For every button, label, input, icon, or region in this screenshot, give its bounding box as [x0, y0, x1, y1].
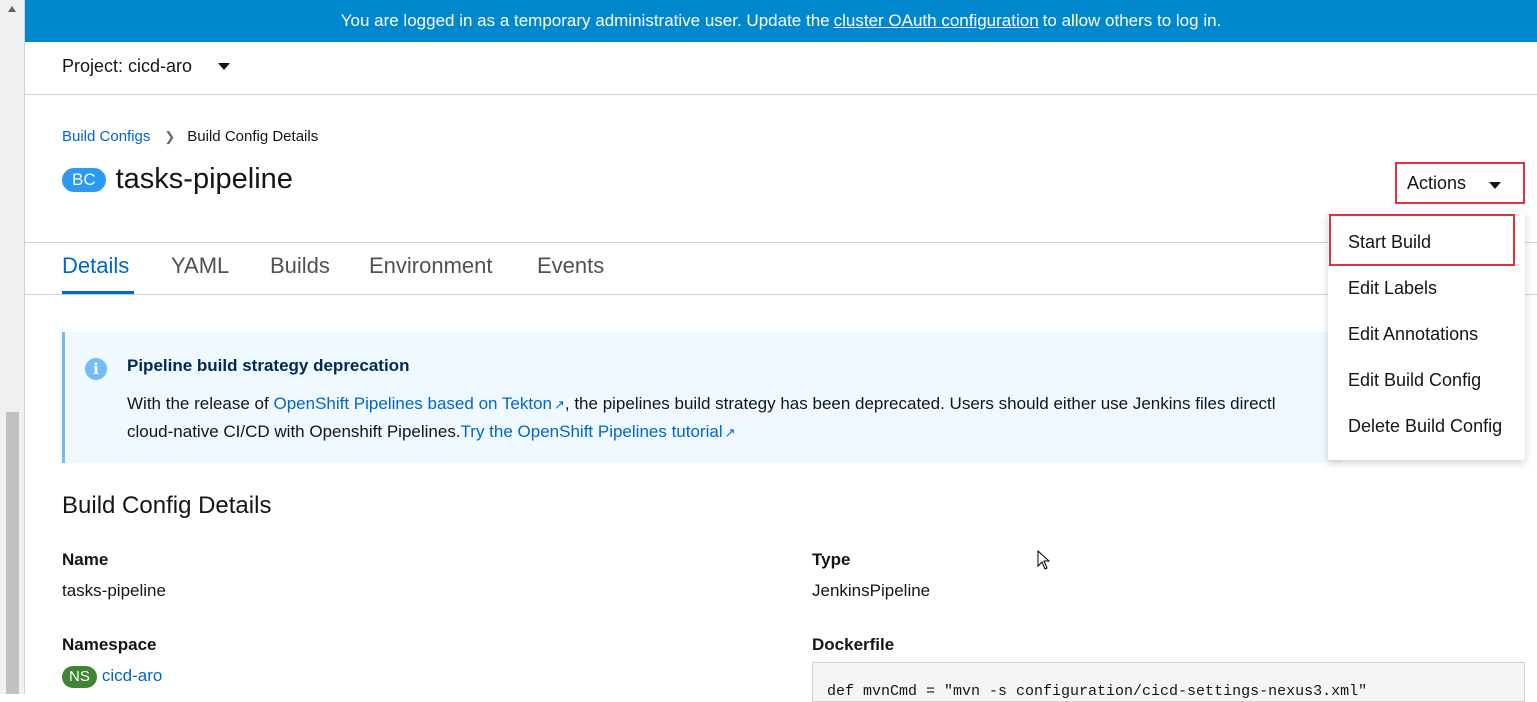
deprecation-alert: i Pipeline build strategy deprecation Wi… [62, 332, 1342, 463]
project-bar: Project: cicd-aro [25, 42, 1537, 95]
resource-badge: BC [62, 167, 106, 192]
alert-title: Pipeline build strategy deprecation [127, 356, 410, 375]
project-selector[interactable]: Project: cicd-aro [62, 56, 231, 77]
caret-down-icon [1489, 182, 1501, 189]
menu-item-edit-labels[interactable]: Edit Labels [1348, 278, 1437, 299]
breadcrumb-build-configs-link[interactable]: Build Configs [62, 128, 150, 145]
active-tab-indicator [62, 291, 134, 294]
alert-body: With the release of OpenShift Pipelines … [127, 390, 1337, 446]
left-scrollbar[interactable] [0, 0, 25, 694]
page-title: BC tasks-pipeline [62, 163, 293, 196]
pipelines-tutorial-link-text: Try the OpenShift Pipelines tutorial [460, 422, 723, 441]
tab-details[interactable]: Details [62, 253, 129, 279]
tab-environment[interactable]: Environment [369, 253, 493, 279]
alert-text: With the release of [127, 394, 269, 413]
banner-text-before: You are logged in as a temporary adminis… [340, 11, 830, 30]
page-title-text: tasks-pipeline [115, 163, 293, 195]
chevron-right-icon: ❯ [164, 128, 176, 144]
caret-down-icon [218, 63, 231, 70]
actions-button[interactable]: Actions [1395, 162, 1525, 204]
info-icon: i [85, 358, 107, 380]
alert-text: , the pipelines build strategy has been … [564, 394, 1276, 413]
namespace-link[interactable]: cicd-aro [102, 666, 162, 685]
dockerfile-code: def mvnCmd = "mvn -s configuration/cicd-… [812, 662, 1525, 702]
cluster-oauth-link[interactable]: cluster OAuth configuration [834, 11, 1039, 31]
alert-text: cloud-native CI/CD with Openshift Pipeli… [127, 422, 461, 441]
type-value: JenkinsPipeline [812, 581, 931, 600]
pipelines-tutorial-link[interactable]: Try the OpenShift Pipelines tutorial ↗ [461, 422, 736, 441]
tab-builds[interactable]: Builds [270, 253, 330, 279]
tab-yaml[interactable]: YAML [171, 253, 229, 279]
actions-label: Actions [1407, 172, 1467, 193]
openshift-pipelines-link[interactable]: OpenShift Pipelines based on Tekton ↗ [273, 394, 564, 413]
section-title: Build Config Details [62, 492, 272, 519]
external-link-icon: ↗ [553, 397, 565, 412]
name-value: tasks-pipeline [62, 581, 166, 600]
breadcrumb: Build Configs ❯ Build Config Details [62, 128, 318, 145]
namespace-badge: NS [62, 666, 97, 688]
actions-dropdown-menu: Start Build Edit Labels Edit Annotations… [1328, 212, 1525, 460]
breadcrumb-current: Build Config Details [187, 128, 319, 145]
banner-text-after: to allow others to log in. [1042, 11, 1222, 30]
menu-item-edit-annotations[interactable]: Edit Annotations [1348, 324, 1478, 345]
openshift-pipelines-link-text: OpenShift Pipelines based on Tekton [273, 394, 552, 413]
type-label: Type [812, 550, 851, 569]
namespace-label: Namespace [62, 635, 157, 654]
scroll-up-arrow-icon[interactable] [8, 6, 16, 12]
name-label: Name [62, 550, 109, 569]
project-label: Project: cicd-aro [62, 56, 193, 76]
external-link-icon: ↗ [724, 425, 736, 440]
menu-item-delete-build-config[interactable]: Delete Build Config [1348, 416, 1502, 437]
dockerfile-label: Dockerfile [812, 635, 895, 654]
menu-item-start-build[interactable]: Start Build [1348, 232, 1431, 253]
namespace-value: NS cicd-aro [62, 666, 162, 688]
menu-item-edit-build-config[interactable]: Edit Build Config [1348, 370, 1481, 391]
admin-banner: You are logged in as a temporary adminis… [25, 0, 1537, 42]
tab-bar: Details YAML Builds Environment Events [25, 242, 1537, 295]
mouse-pointer-icon [1037, 550, 1051, 570]
scrollbar-thumb[interactable] [6, 412, 19, 694]
tab-events[interactable]: Events [537, 253, 604, 279]
